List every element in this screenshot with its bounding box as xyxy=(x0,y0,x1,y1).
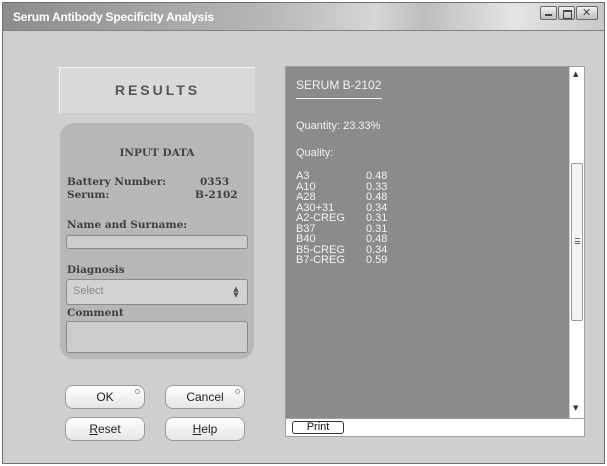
quality-row: A28 0.48 xyxy=(296,192,406,203)
reset-button[interactable]: Reset xyxy=(65,417,145,441)
results-scrollbar[interactable]: ▲ ▼ xyxy=(569,67,584,418)
results-display[interactable]: SERUM B-2102 Quantity: 23.33% Quality: A… xyxy=(285,66,585,419)
comment-label: Comment xyxy=(67,307,124,319)
cancel-button[interactable]: Cancel xyxy=(165,385,245,409)
print-bar: Print xyxy=(285,419,585,437)
ok-button-label: OK xyxy=(96,390,114,404)
input-data-panel: INPUT DATA Battery Number: 0353 Serum: B… xyxy=(60,123,254,359)
comment-textarea[interactable] xyxy=(66,321,248,353)
quality-list: A3 0.48 A10 0.33 A28 0.48 A30+31 0.34 A2-CREG 0.3… xyxy=(296,171,406,266)
minimize-icon[interactable] xyxy=(540,6,557,20)
maximize-icon[interactable] xyxy=(558,6,575,20)
window-title: Serum Antibody Specificity Analysis xyxy=(13,10,214,24)
scrollbar-thumb[interactable] xyxy=(571,163,583,321)
serum-value: B-2102 xyxy=(195,189,238,201)
up-down-arrows-icon: ▲ ▼ xyxy=(233,285,239,299)
antigen-name: B7-CREG xyxy=(296,254,345,266)
serum-heading: SERUM B-2102 xyxy=(296,78,382,92)
serum-label: Serum: xyxy=(67,189,110,201)
battery-number-label: Battery Number: xyxy=(67,176,167,188)
battery-number-value: 0353 xyxy=(200,176,230,188)
antigen-name: A2-CREG xyxy=(296,212,345,224)
serum-heading-underline xyxy=(296,98,382,99)
button-indicator-icon xyxy=(235,389,240,394)
input-data-title: INPUT DATA xyxy=(119,147,195,159)
antigen-name: A3 xyxy=(296,170,310,182)
results-content: SERUM B-2102 Quantity: 23.33% Quality: A… xyxy=(286,67,569,418)
quality-row: B40 0.48 xyxy=(296,234,406,245)
title-bar[interactable]: Serum Antibody Specificity Analysis xyxy=(3,3,604,31)
cancel-button-label: Cancel xyxy=(186,390,224,404)
quality-row: A2-CREG 0.31 xyxy=(296,213,406,224)
scroll-up-arrow-icon[interactable]: ▲ xyxy=(573,70,578,78)
antigen-value: 0.31 xyxy=(366,212,388,224)
ok-button[interactable]: OK xyxy=(65,385,145,409)
close-icon[interactable] xyxy=(576,6,598,20)
diagnosis-label: Diagnosis xyxy=(67,264,125,276)
results-header-box: RESULTS xyxy=(59,67,255,113)
antigen-value: 0.48 xyxy=(366,233,388,245)
antigen-value: 0.48 xyxy=(366,191,388,203)
app-window: Serum Antibody Specificity Analysis RESU… xyxy=(2,2,605,464)
print-button[interactable]: Print xyxy=(292,421,344,434)
name-surname-input[interactable] xyxy=(66,235,248,249)
diagnosis-select-value: Select xyxy=(73,285,104,297)
quality-label: Quality: xyxy=(296,147,334,159)
scroll-down-arrow-icon[interactable]: ▼ xyxy=(573,404,578,412)
help-button-label: elp xyxy=(201,422,218,436)
help-button[interactable]: Help xyxy=(165,417,245,441)
diagnosis-select[interactable]: Select ▲ ▼ xyxy=(66,279,248,305)
quality-row: B7-CREG 0.59 xyxy=(296,255,406,266)
reset-accelerator-letter: R xyxy=(89,422,98,436)
reset-button-label: eset xyxy=(97,422,121,436)
antigen-value: 0.59 xyxy=(366,254,388,266)
quantity-text: Quantity: 23.33% xyxy=(296,120,381,132)
antigen-value: 0.48 xyxy=(366,170,388,182)
name-surname-label: Name and Surname: xyxy=(67,219,188,231)
antigen-name: B40 xyxy=(296,233,316,245)
grip-icon xyxy=(575,238,580,244)
quality-row: A3 0.48 xyxy=(296,171,406,182)
antigen-name: A28 xyxy=(296,191,316,203)
results-header: RESULTS xyxy=(114,82,201,98)
button-indicator-icon xyxy=(135,389,140,394)
window-controls xyxy=(539,6,598,20)
